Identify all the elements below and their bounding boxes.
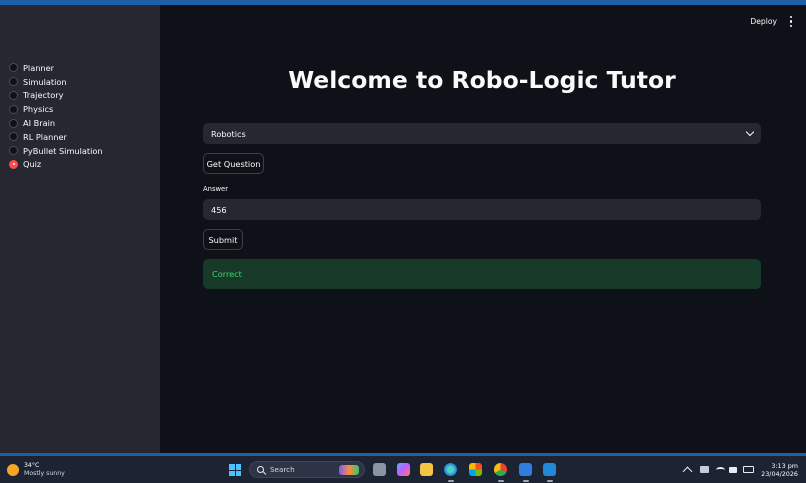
windows-start-icon[interactable] <box>229 464 241 476</box>
chevron-up-icon[interactable] <box>682 466 693 477</box>
taskbar-search[interactable]: Search <box>249 461 365 478</box>
weather-widget[interactable]: 34°C Mostly sunny <box>7 462 65 478</box>
chevron-down-icon <box>745 127 755 137</box>
radio-button[interactable] <box>9 63 18 73</box>
deploy-button[interactable]: Deploy <box>750 17 777 26</box>
windows-taskbar: 34°C Mostly sunny Search 3:13 pm 23/04/2… <box>0 456 806 483</box>
active-app-indicator <box>448 480 454 482</box>
search-placeholder: Search <box>270 465 295 474</box>
radio-button[interactable] <box>9 132 18 142</box>
sidebar-item-simulation[interactable]: Simulation <box>9 75 103 89</box>
sidebar-item-physics[interactable]: Physics <box>9 102 103 116</box>
file-explorer-icon[interactable] <box>420 463 433 476</box>
page-radio-group: Planner Simulation Trajectory Physics AI… <box>9 61 103 171</box>
result-message: Correct <box>212 269 242 279</box>
sidebar-item-label: Quiz <box>23 159 42 170</box>
radio-button[interactable] <box>9 146 18 156</box>
topic-select[interactable]: Robotics <box>203 123 761 144</box>
sidebar-item-label: Trajectory <box>23 90 64 101</box>
sidebar-item-planner[interactable]: Planner <box>9 61 103 75</box>
radio-button[interactable] <box>9 118 18 128</box>
wifi-icon[interactable] <box>716 467 725 473</box>
vscode-icon[interactable] <box>543 463 556 476</box>
copilot-icon[interactable] <box>397 463 410 476</box>
system-clock[interactable]: 3:13 pm 23/04/2026 <box>761 462 798 478</box>
sidebar-item-trajectory[interactable]: Trajectory <box>9 89 103 103</box>
network-off-icon[interactable] <box>700 466 709 473</box>
sidebar: Planner Simulation Trajectory Physics AI… <box>0 5 160 456</box>
open-app-indicator <box>523 480 529 482</box>
radio-button[interactable] <box>9 77 18 87</box>
sidebar-item-rl-planner[interactable]: RL Planner <box>9 130 103 144</box>
get-question-button[interactable]: Get Question <box>203 153 264 174</box>
app-header-actions: Deploy <box>750 16 794 27</box>
radio-button-selected[interactable] <box>9 159 18 169</box>
weather-temperature: 34°C <box>24 462 40 469</box>
radio-button[interactable] <box>9 104 18 114</box>
task-view-icon[interactable] <box>373 463 386 476</box>
sidebar-item-label: AI Brain <box>23 118 56 129</box>
streamlit-app: Planner Simulation Trajectory Physics AI… <box>0 5 806 456</box>
volume-icon[interactable] <box>729 467 737 473</box>
answer-input[interactable] <box>203 199 761 220</box>
success-alert: Correct <box>203 259 761 289</box>
app-icon[interactable] <box>519 463 532 476</box>
sidebar-item-ai-brain[interactable]: AI Brain <box>9 116 103 130</box>
weather-description: Mostly sunny <box>24 470 65 477</box>
sidebar-item-label: Planner <box>23 62 55 73</box>
topic-select-value: Robotics <box>211 128 246 139</box>
search-icon <box>257 466 264 473</box>
edge-browser-icon[interactable] <box>444 463 457 476</box>
search-highlight-icon <box>339 465 359 475</box>
weather-text: 34°C Mostly sunny <box>24 462 65 478</box>
open-app-indicator <box>498 480 504 482</box>
open-app-indicator <box>547 480 553 482</box>
sidebar-item-pybullet-simulation[interactable]: PyBullet Simulation <box>9 144 103 158</box>
battery-icon[interactable] <box>743 466 754 473</box>
submit-button[interactable]: Submit <box>203 229 243 250</box>
sidebar-item-label: Simulation <box>23 76 67 87</box>
clock-date: 23/04/2026 <box>761 470 798 478</box>
chrome-icon[interactable] <box>494 463 507 476</box>
sidebar-item-label: RL Planner <box>23 131 67 142</box>
sidebar-item-label: PyBullet Simulation <box>23 145 103 156</box>
sun-icon <box>7 464 19 476</box>
store-icon[interactable] <box>469 463 482 476</box>
answer-label: Answer <box>203 185 229 193</box>
sidebar-item-label: Physics <box>23 104 54 115</box>
kebab-menu-icon[interactable] <box>788 16 794 27</box>
radio-button[interactable] <box>9 90 18 100</box>
sidebar-item-quiz[interactable]: Quiz <box>9 158 103 172</box>
clock-time: 3:13 pm <box>771 462 798 470</box>
page-title: Welcome to Robo-Logic Tutor <box>288 66 676 94</box>
